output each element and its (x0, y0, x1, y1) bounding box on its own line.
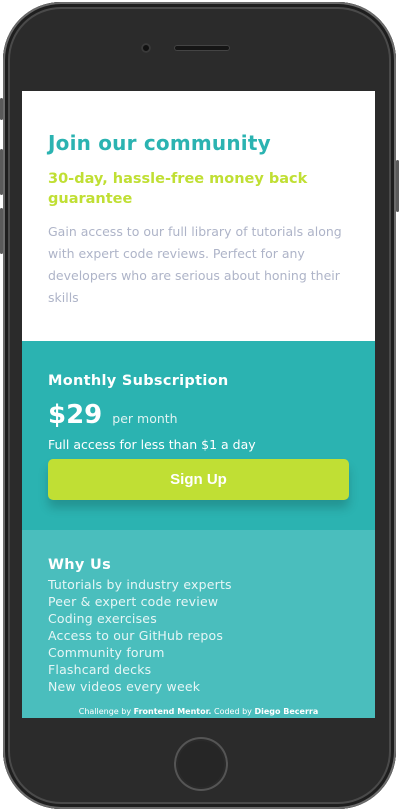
volume-up-button (0, 149, 3, 195)
speaker-grille (174, 45, 230, 51)
price-amount: $29 (48, 400, 103, 430)
why-us-title: Why Us (48, 557, 112, 573)
frontend-mentor-link[interactable]: Frontend Mentor. (134, 707, 212, 716)
attribution: Challenge by Frontend Mentor. Coded by D… (22, 707, 375, 716)
volume-down-button (0, 208, 3, 254)
attribution-middle: Coded by (213, 707, 252, 716)
guarantee-subtitle: 30-day, hassle-free money back guarantee (48, 171, 308, 207)
mute-switch (0, 98, 3, 120)
list-item: Access to our GitHub repos (48, 628, 224, 643)
author-link[interactable]: Diego Becerra (254, 707, 318, 716)
community-description: Gain access to our full library of tutor… (48, 224, 342, 305)
list-item: Community forum (48, 645, 165, 660)
list-item: Flashcard decks (48, 662, 152, 677)
price-row: $29 per month (48, 400, 349, 430)
list-item: New videos every week (48, 679, 201, 694)
community-title: Join our community (48, 131, 271, 155)
sign-up-button[interactable]: Sign Up (48, 459, 349, 500)
home-button (174, 737, 228, 791)
community-section: Join our community 30-day, hassle-free m… (22, 91, 375, 341)
why-us-list: Tutorials by industry experts Peer & exp… (48, 576, 349, 695)
why-us-section: Why Us Tutorials by industry experts Pee… (22, 530, 375, 718)
subscription-title: Monthly Subscription (48, 373, 229, 389)
list-item: Coding exercises (48, 611, 157, 626)
screen: Join our community 30-day, hassle-free m… (22, 91, 375, 718)
price-period: per month (112, 411, 178, 426)
attribution-prefix: Challenge by (78, 707, 132, 716)
list-item: Tutorials by industry experts (48, 577, 232, 592)
power-button (396, 160, 399, 212)
list-item: Peer & expert code review (48, 594, 219, 609)
front-camera-icon (141, 43, 151, 53)
subscription-note: Full access for less than $1 a day (48, 437, 256, 452)
subscription-section: Monthly Subscription $29 per month Full … (22, 341, 375, 530)
